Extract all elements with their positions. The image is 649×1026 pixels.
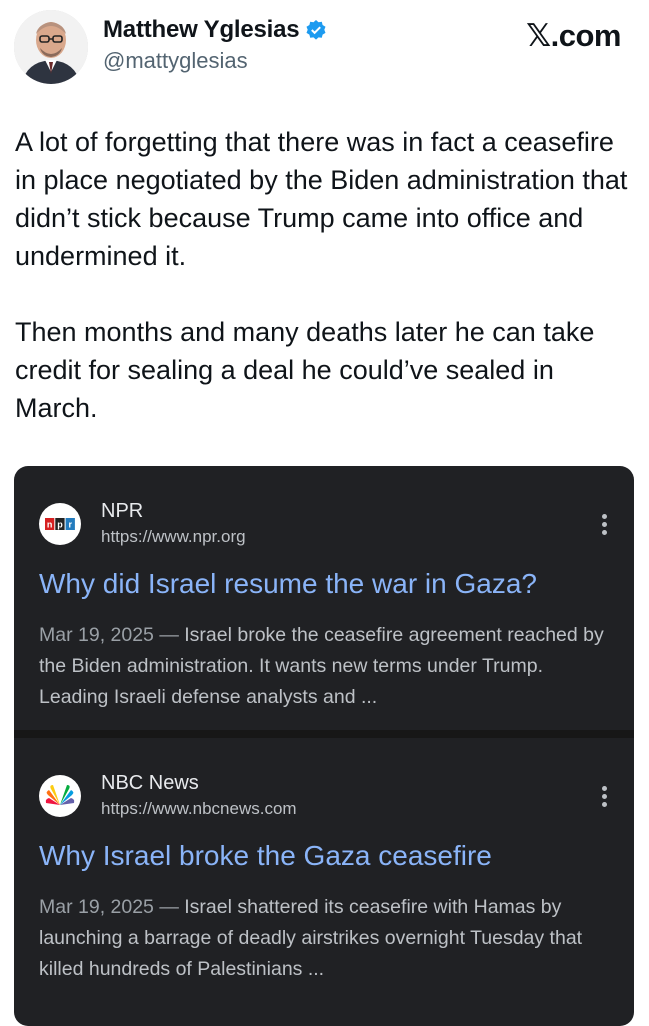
nbc-peacock-icon: [39, 775, 81, 817]
result-snippet: Mar 19, 2025 — Israel broke the ceasefir…: [39, 620, 609, 713]
result-date: Mar 19, 2025: [39, 624, 154, 646]
author-handle[interactable]: @mattyglesias: [103, 48, 248, 74]
search-result[interactable]: NBC News https://www.nbcnews.com Why Isr…: [14, 738, 634, 1026]
result-snippet: Mar 19, 2025 — Israel shattered its ceas…: [39, 892, 609, 985]
avatar[interactable]: [14, 10, 88, 84]
tweet-paragraph: Then months and many deaths later he can…: [15, 317, 595, 423]
result-url[interactable]: https://www.npr.org: [101, 527, 246, 547]
result-title-link[interactable]: Why did Israel resume the war in Gaza?: [39, 568, 537, 600]
npr-logo-icon: n p r: [39, 503, 81, 545]
result-url[interactable]: https://www.nbcnews.com: [101, 799, 297, 819]
search-result[interactable]: n p r NPR https://www.npr.org Why did Is…: [14, 466, 634, 730]
more-options-icon[interactable]: [600, 786, 608, 810]
svg-text:p: p: [57, 520, 63, 530]
tweet-header: Matthew Yglesias @mattyglesias 𝕏.com: [0, 0, 649, 100]
more-options-icon[interactable]: [600, 514, 608, 538]
search-results-image[interactable]: n p r NPR https://www.npr.org Why did Is…: [14, 466, 634, 1026]
svg-text:n: n: [47, 520, 53, 530]
tweet-text: A lot of forgetting that there was in fa…: [15, 123, 630, 465]
author-display-name[interactable]: Matthew Yglesias: [103, 16, 300, 44]
result-divider: [14, 730, 634, 738]
result-source-name: NBC News: [101, 772, 199, 794]
svg-text:r: r: [68, 520, 72, 530]
result-date: Mar 19, 2025: [39, 896, 154, 918]
tweet-paragraph: A lot of forgetting that there was in fa…: [15, 127, 628, 271]
verified-badge-icon: [306, 20, 326, 40]
result-title-link[interactable]: Why Israel broke the Gaza ceasefire: [39, 840, 492, 872]
avatar-photo: [14, 10, 88, 84]
result-separator: —: [153, 624, 185, 646]
x-brand-logo: 𝕏.com: [526, 18, 621, 53]
result-separator: —: [153, 896, 185, 918]
result-source-name: NPR: [101, 500, 144, 522]
